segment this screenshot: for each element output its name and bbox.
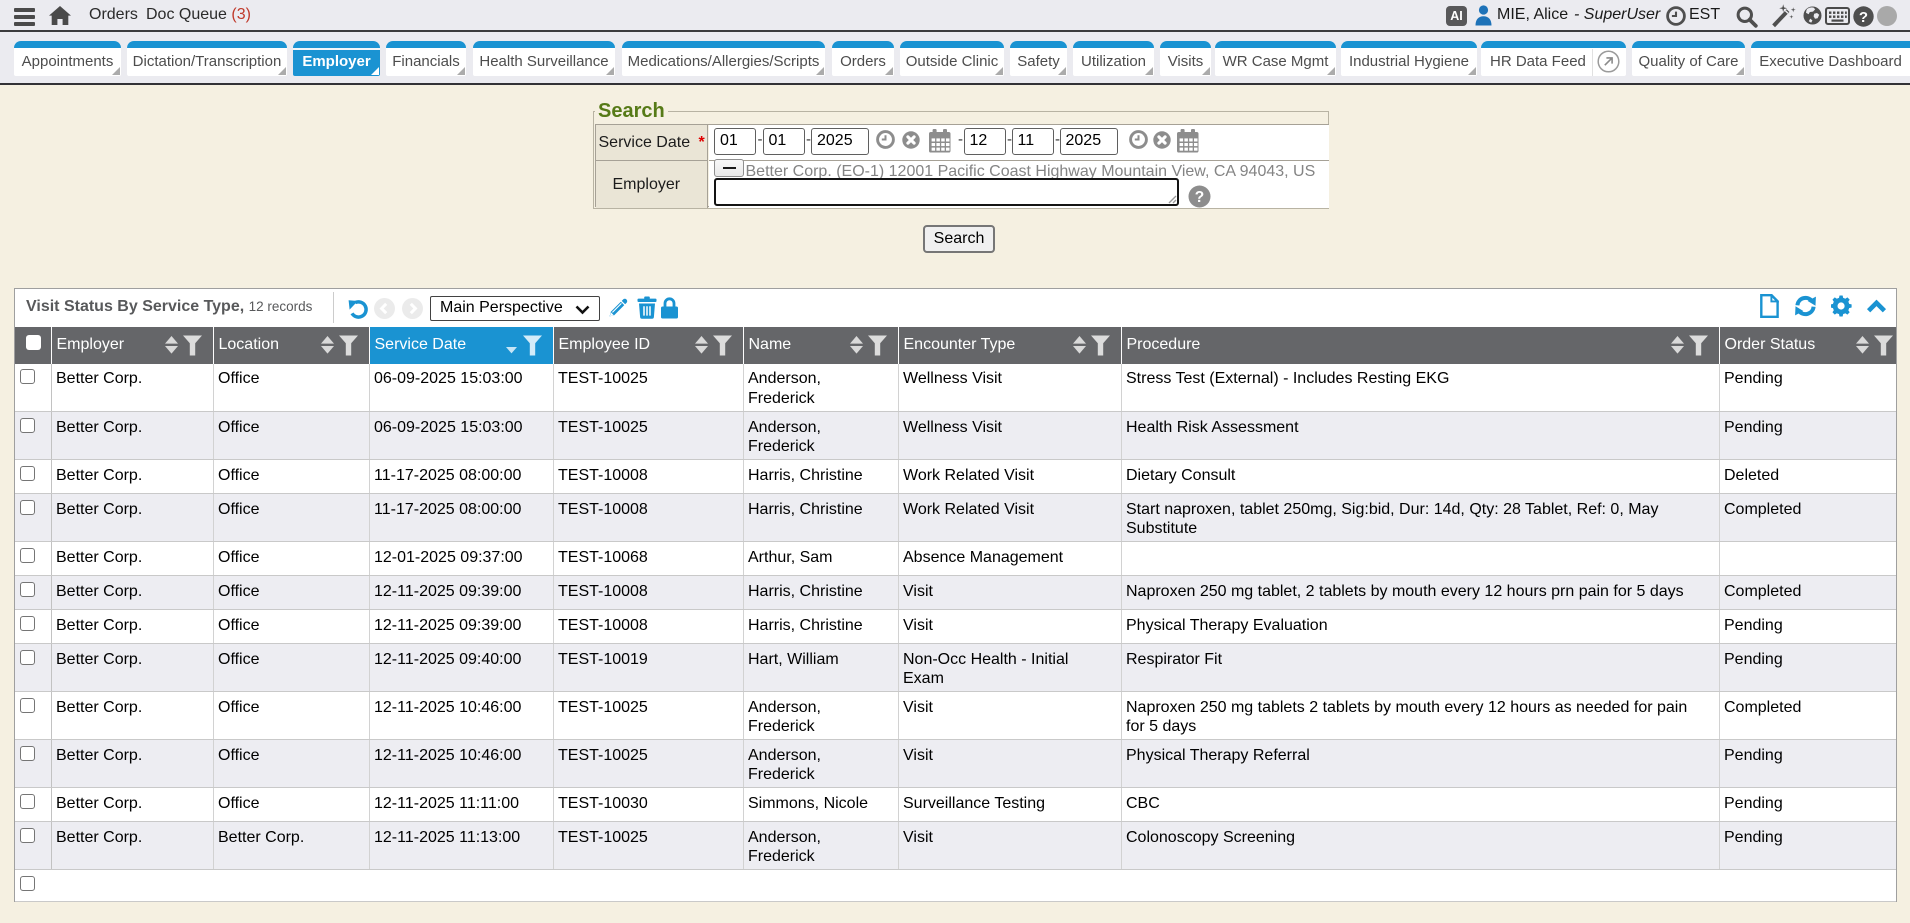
svg-text:?: ? <box>1859 8 1868 25</box>
svg-text:?: ? <box>1194 188 1203 205</box>
